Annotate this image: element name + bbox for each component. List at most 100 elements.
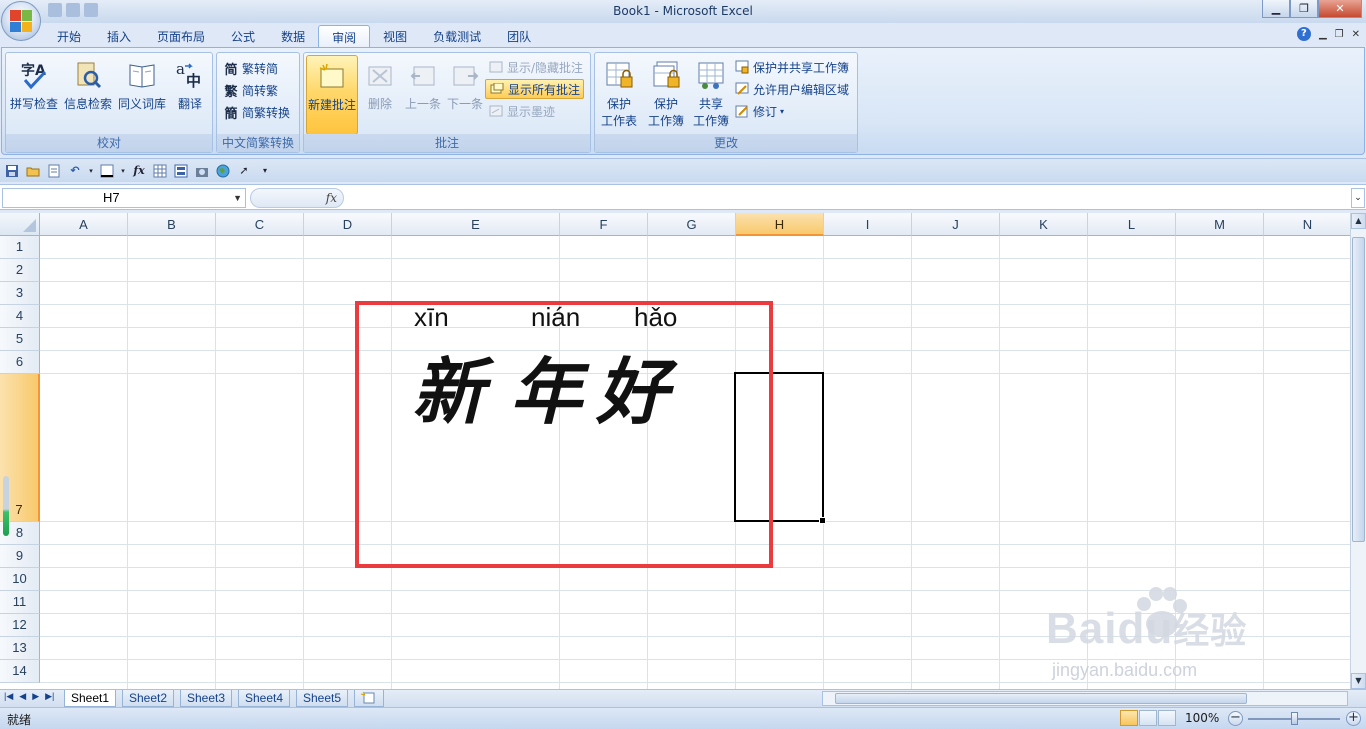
insert-sheet-icon[interactable] [354,690,384,707]
tab-review[interactable]: 审阅 [318,25,371,47]
ribbon-minimize-icon[interactable]: ▁ [1319,29,1327,40]
tab-load-test[interactable]: 负载测试 [420,25,494,47]
next-comment-button[interactable]: 下一条 [444,55,486,135]
column-header-g[interactable]: G [648,213,736,236]
row-header-9[interactable]: 9 [0,545,40,568]
show-ink-button[interactable]: 显示墨迹 [488,101,555,121]
to-traditional-button[interactable]: 繁 简转繁 [223,80,278,100]
last-sheet-arrow-icon[interactable]: ▶| [45,691,54,702]
translate-button[interactable]: a中 翻译 [164,55,216,135]
horizontal-scrollbar[interactable] [822,691,1348,706]
scroll-down-arrow-icon[interactable]: ▼ [1351,673,1366,689]
page-break-view-icon[interactable] [1158,710,1176,726]
horizontal-scroll-thumb[interactable] [835,693,1247,704]
first-sheet-arrow-icon[interactable]: |◀ [4,691,13,702]
allow-edit-ranges-button[interactable]: 允许用户编辑区域 [734,79,849,99]
minimize-button[interactable]: ▁ [1262,0,1290,18]
row-header-14[interactable]: 14 [0,660,40,683]
tab-data[interactable]: 数据 [268,25,318,47]
column-header-i[interactable]: I [824,213,912,236]
tab-home[interactable]: 开始 [44,25,94,47]
restore-button[interactable]: ❐ [1290,0,1318,18]
sheet-tab-sheet3[interactable]: Sheet3 [180,690,233,707]
open-folder-icon[interactable] [25,163,41,179]
row-header-10[interactable]: 10 [0,568,40,591]
sheet-tab-sheet1[interactable]: Sheet1 [64,690,117,707]
worksheet-grid[interactable]: ABCDEFGHIJKLMN 1 2 3 4 5 6 7 8 9 10 11 12 13 14 xīn n… [0,213,1350,689]
row-header-5[interactable]: 5 [0,328,40,351]
prev-sheet-arrow-icon[interactable]: ◀ [19,691,26,702]
pointer-icon[interactable]: ➚ [236,163,252,179]
select-all-button[interactable] [0,213,40,236]
row-header-4[interactable]: 4 [0,305,40,328]
tab-insert[interactable]: 插入 [94,25,144,47]
sheet-tab-sheet2[interactable]: Sheet2 [122,690,175,707]
previous-comment-button[interactable]: 上一条 [402,55,444,135]
ribbon-restore-icon[interactable]: ❐ [1335,29,1344,40]
expand-formula-bar-icon[interactable]: ⌄ [1351,188,1365,208]
column-header-n[interactable]: N [1264,213,1350,236]
customize-toolbar-icon[interactable]: ▾ [257,163,273,179]
ribbon-close-icon[interactable]: ✕ [1352,29,1360,40]
column-header-l[interactable]: L [1088,213,1176,236]
row-header-2[interactable]: 2 [0,259,40,282]
insert-function-icon[interactable]: fx [131,163,147,179]
show-all-comments-button[interactable]: 显示所有批注 [485,79,585,99]
row-header-1[interactable]: 1 [0,236,40,259]
protect-share-button[interactable]: 保护并共享工作簿 [734,57,849,77]
row-header-12[interactable]: 12 [0,614,40,637]
new-comment-button[interactable]: 新建批注 [306,55,358,135]
name-box[interactable]: H7 ▼ [2,188,246,208]
zoom-slider-thumb[interactable] [1291,712,1298,725]
vertical-scroll-thumb[interactable] [1352,237,1365,542]
column-header-k[interactable]: K [1000,213,1088,236]
to-simplified-button[interactable]: 简 繁转简 [223,58,278,78]
column-header-d[interactable]: D [304,213,392,236]
tab-view[interactable]: 视图 [370,25,420,47]
zoom-level[interactable]: 100% [1185,711,1219,725]
camera-icon[interactable] [194,163,210,179]
next-sheet-arrow-icon[interactable]: ▶ [32,691,39,702]
track-changes-button[interactable]: 修订 ▾ [734,101,784,121]
dropdown-arrow-icon[interactable]: ▾ [88,163,94,179]
zoom-in-icon[interactable]: + [1346,711,1361,726]
table-icon[interactable] [152,163,168,179]
dropdown-arrow-icon[interactable]: ▾ [780,107,784,116]
convert-button[interactable]: 簡 简繁转换 [223,102,290,122]
tab-formulas[interactable]: 公式 [218,25,268,47]
dropdown-arrow-icon[interactable]: ▾ [120,163,126,179]
print-preview-icon[interactable] [46,163,62,179]
sheet-tab-sheet4[interactable]: Sheet4 [238,690,291,707]
vertical-scrollbar[interactable]: ▲ ▼ [1350,213,1366,689]
globe-icon[interactable] [215,163,231,179]
formula-input[interactable] [348,188,1348,208]
normal-view-icon[interactable] [1120,710,1138,726]
sheet-tab-sheet5[interactable]: Sheet5 [296,690,349,707]
row-header-11[interactable]: 11 [0,591,40,614]
column-header-c[interactable]: C [216,213,304,236]
zoom-out-icon[interactable]: − [1228,711,1243,726]
column-header-f[interactable]: F [560,213,648,236]
column-header-e[interactable]: E [392,213,560,236]
scroll-up-arrow-icon[interactable]: ▲ [1351,213,1366,229]
form-icon[interactable] [173,163,189,179]
column-header-h[interactable]: H [736,213,824,236]
column-header-j[interactable]: J [912,213,1000,236]
column-header-m[interactable]: M [1176,213,1264,236]
close-button[interactable]: ✕ [1318,0,1362,18]
research-button[interactable]: 信息检索 [62,55,114,135]
column-header-a[interactable]: A [40,213,128,236]
help-icon[interactable]: ? [1296,27,1311,41]
page-layout-view-icon[interactable] [1139,710,1157,726]
insert-function-button[interactable]: fx [326,191,337,205]
row-header-13[interactable]: 13 [0,637,40,660]
tab-page-layout[interactable]: 页面布局 [144,25,218,47]
show-hide-comment-button[interactable]: 显示/隐藏批注 [488,57,583,77]
undo-icon[interactable]: ↶ [67,163,83,179]
name-box-dropdown-icon[interactable]: ▼ [233,189,242,207]
row-header-6[interactable]: 6 [0,351,40,374]
thesaurus-button[interactable]: 同义词库 [116,55,168,135]
save-icon[interactable] [4,163,20,179]
border-icon[interactable] [99,163,115,179]
tab-team[interactable]: 团队 [494,25,544,47]
